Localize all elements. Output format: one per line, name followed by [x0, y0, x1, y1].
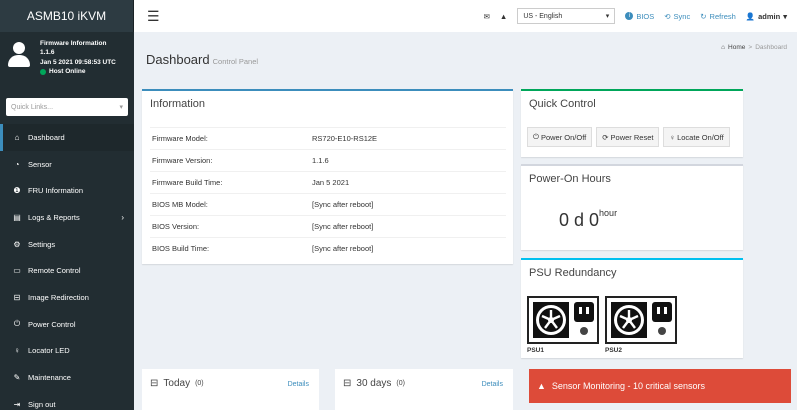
quick-control-box: Quick Control ⏻ Power On/Off ⟳ Power Reset… — [521, 89, 743, 157]
thirty-days-details-link[interactable]: Details — [482, 381, 503, 388]
page-title: Dashboard Control Panel — [146, 52, 259, 67]
language-select[interactable]: US - English ▾ — [517, 8, 616, 24]
sidebar-item-settings[interactable]: ⚙ Settings — [0, 231, 134, 258]
app-title[interactable]: ASMB10 iKVM — [0, 0, 134, 32]
information-box: Information Firmware Model: RS720-E10-RS1… — [142, 89, 513, 264]
refresh-button[interactable]: ↻ Refresh — [700, 12, 736, 21]
drive-icon: ⊟ — [343, 378, 352, 389]
chevron-down-icon: ▾ — [605, 13, 610, 20]
sidebar-item-power-control[interactable]: ⏻ Power Control — [0, 311, 134, 338]
alert-text: Sensor Monitoring - 10 critical sensors — [551, 381, 705, 391]
user-icon: 👤 — [745, 11, 756, 21]
table-row: BIOS MB Model: [Sync after reboot] — [150, 193, 506, 215]
wrench-icon: ✎ — [13, 373, 21, 383]
avatar-icon — [6, 42, 32, 68]
sidebar-item-sign-out[interactable]: ⇥ Sign out — [0, 391, 134, 410]
page-subtitle: Control Panel — [212, 57, 259, 66]
table-row: BIOS Build Time: [Sync after reboot] — [150, 237, 506, 259]
chevron-down-icon: ▾ — [119, 104, 123, 111]
drive-icon: ⊟ — [150, 378, 159, 389]
disk-icon: ⊟ — [13, 292, 21, 302]
sidebar: ASMB10 iKVM Firmware Information 1.1.6 J… — [0, 0, 134, 410]
power-on-off-button[interactable]: ⏻ Power On/Off — [527, 127, 593, 147]
psu-redundancy-title: PSU Redundancy — [529, 267, 617, 279]
gauge-icon: ◔ — [14, 159, 20, 169]
today-box: ⊟ Today (0) Details — [142, 369, 319, 410]
locate-on-off-button[interactable]: ♀ Locate On/Off — [663, 127, 730, 147]
breadcrumb-home[interactable]: Home — [728, 44, 745, 51]
power-supply-icon — [527, 296, 599, 344]
firmware-version: 1.1.6 — [40, 49, 55, 57]
hamburger-menu-icon[interactable]: ☰ — [147, 8, 160, 25]
power-icon: ⏻ — [13, 319, 21, 329]
thirty-days-count: (0) — [396, 380, 405, 387]
psu1[interactable]: PSU1 — [527, 296, 599, 354]
information-title: Information — [150, 98, 206, 110]
sidebar-item-maintenance[interactable]: ✎ Maintenance — [0, 364, 134, 391]
refresh-icon: ↻ — [700, 11, 707, 21]
firmware-datetime: Jan 5 2021 09:58:53 UTC — [40, 58, 116, 66]
user-menu[interactable]: 👤 admin ▾ — [746, 12, 787, 21]
sidebar-item-locator-led[interactable]: ♀ Locator LED — [0, 338, 134, 365]
firmware-info-title: Firmware Information — [40, 40, 107, 47]
table-row: Firmware Build Time: Jan 5 2021 — [150, 171, 506, 193]
breadcrumb-current: Dashboard — [755, 44, 787, 51]
reset-icon: ⟳ — [602, 132, 609, 142]
top-navbar: ☰ ✉ ▲ US - English ▾ i BIOS ⟲ Sync ↻ Refres… — [134, 0, 797, 32]
bulb-icon: ♀ — [669, 132, 676, 142]
bios-info-icon: i — [625, 12, 634, 20]
power-on-hours-box: Power-On Hours 0 d 0hour — [521, 164, 743, 250]
quick-links-select[interactable]: Quick Links... ▾ — [6, 98, 128, 116]
information-table: Firmware Model: RS720-E10-RS12E Firmware … — [150, 127, 506, 259]
table-row: Firmware Model: RS720-E10-RS12E — [150, 127, 506, 149]
sidebar-menu: ⌂ Dashboard ◔ Sensor ❶ FRU Information ▤ Log… — [0, 124, 134, 410]
signout-icon: ⇥ — [13, 399, 21, 409]
today-details-link[interactable]: Details — [288, 381, 309, 388]
sensor-monitoring-alert[interactable]: ▲ Sensor Monitoring - 10 critical sensor… — [529, 369, 791, 403]
breadcrumb: ⌂ Home > Dashboard — [721, 44, 787, 51]
thirty-days-title: 30 days — [356, 378, 392, 389]
sidebar-item-image-redirection[interactable]: ⊟ Image Redirection — [0, 284, 134, 311]
caret-down-icon: ▾ — [783, 11, 787, 21]
sidebar-item-logs[interactable]: ▤ Logs & Reports › — [0, 204, 134, 231]
user-panel: Firmware Information 1.1.6 Jan 5 2021 09… — [0, 32, 134, 94]
thirty-days-box: ⊟ 30 days (0) Details — [335, 369, 513, 410]
power-icon: ⏻ — [533, 132, 539, 141]
chart-icon: ▤ — [13, 212, 21, 222]
psu-redundancy-box: PSU Redundancy PSU1 PSU2 — [521, 258, 743, 358]
envelope-icon[interactable]: ✉ — [484, 12, 490, 21]
power-on-hours-value: 0 d 0hour — [559, 208, 618, 230]
sync-button[interactable]: ⟲ Sync — [664, 12, 690, 21]
sidebar-item-sensor[interactable]: ◔ Sensor — [0, 151, 134, 178]
psu2[interactable]: PSU2 — [605, 296, 677, 354]
today-title: Today — [163, 378, 191, 389]
sidebar-item-remote-control[interactable]: ▭ Remote Control — [0, 257, 134, 284]
host-status: Host Online — [40, 68, 116, 75]
info-icon: ❶ — [13, 186, 21, 196]
home-icon: ⌂ — [14, 132, 20, 142]
power-on-hours-title: Power-On Hours — [529, 173, 611, 185]
monitor-icon: ▭ — [13, 266, 21, 276]
table-row: BIOS Version: [Sync after reboot] — [150, 215, 506, 237]
warning-icon[interactable]: ▲ — [500, 12, 507, 21]
home-icon: ⌂ — [721, 44, 726, 51]
gear-icon: ⚙ — [13, 239, 21, 249]
sync-icon: ⟲ — [664, 11, 671, 21]
today-count: (0) — [195, 380, 204, 387]
table-row: Firmware Version: 1.1.6 — [150, 149, 506, 171]
sidebar-item-dashboard[interactable]: ⌂ Dashboard — [0, 124, 134, 151]
sidebar-item-fru[interactable]: ❶ FRU Information — [0, 177, 134, 204]
power-supply-icon — [605, 296, 677, 344]
bios-button[interactable]: i BIOS — [625, 12, 654, 21]
bulb-icon: ♀ — [14, 346, 20, 356]
warning-icon: ▲ — [537, 381, 546, 391]
status-dot-icon — [40, 69, 46, 76]
power-reset-button[interactable]: ⟳ Power Reset — [596, 127, 660, 147]
chevron-right-icon: › — [121, 212, 124, 222]
quick-control-title: Quick Control — [529, 98, 596, 110]
